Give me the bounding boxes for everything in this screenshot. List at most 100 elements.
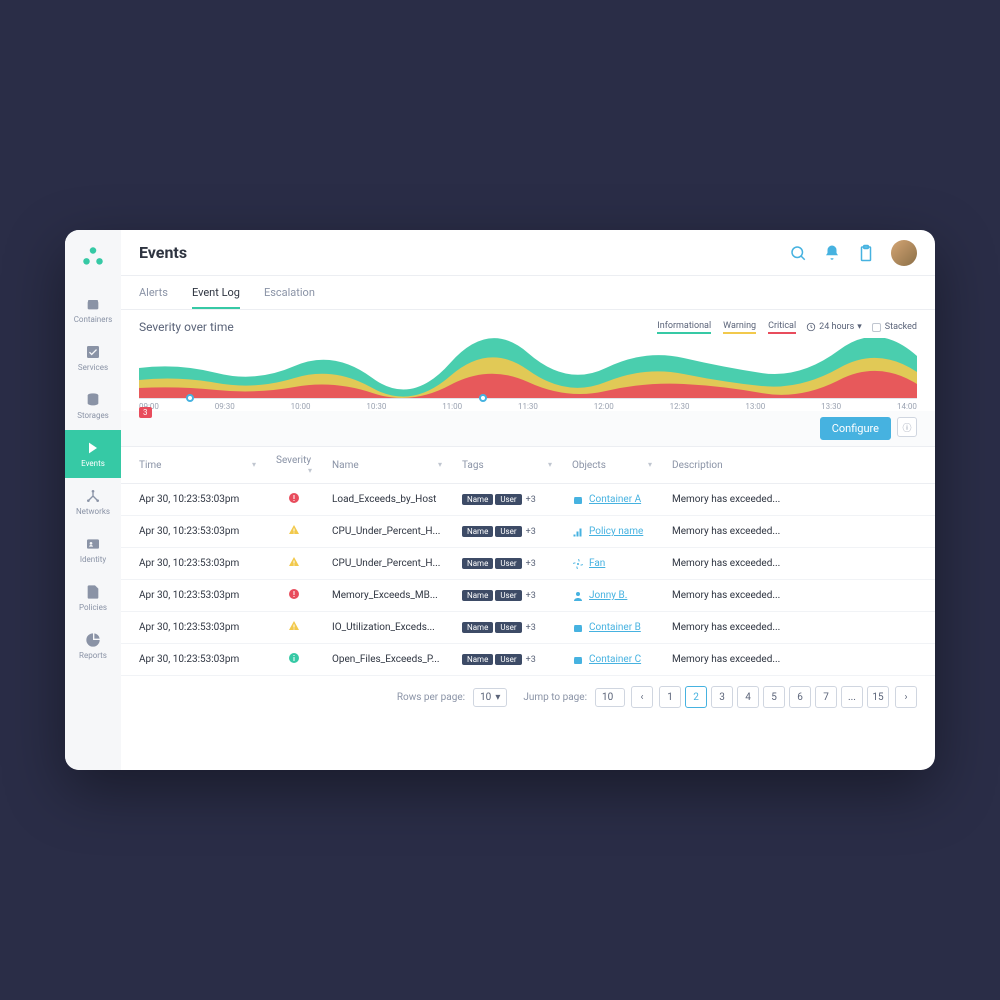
tabs: Alerts Event Log Escalation (121, 276, 935, 310)
logo-icon (80, 244, 106, 270)
page-button[interactable]: 6 (789, 686, 811, 708)
area-chart-svg (139, 338, 917, 398)
tick: 10:00 (291, 402, 311, 411)
tag-pill[interactable]: User (495, 622, 521, 633)
stacked-toggle[interactable]: Stacked (872, 322, 917, 332)
tag-more[interactable]: +3 (526, 495, 536, 505)
cell-name: Memory_Exceeds_MB... (322, 580, 452, 612)
tick: 12:30 (670, 402, 690, 411)
tag-pill[interactable]: User (495, 494, 521, 505)
tag-more[interactable]: +3 (526, 623, 536, 633)
col-time[interactable]: Time▾ (121, 447, 266, 484)
page-button[interactable]: 5 (763, 686, 785, 708)
sidebar-item-services[interactable]: Services (65, 334, 121, 382)
tag-pill[interactable]: Name (462, 654, 493, 665)
cell-object: Fan (562, 548, 662, 580)
sidebar-item-identity[interactable]: Identity (65, 526, 121, 574)
object-link[interactable]: Container B (589, 622, 641, 633)
policy-icon (572, 526, 584, 538)
tick: 11:30 (518, 402, 538, 411)
tag-pill[interactable]: User (495, 654, 521, 665)
object-link[interactable]: Container C (589, 654, 641, 665)
jump-to-page-input[interactable]: 10 (595, 688, 625, 707)
page-button[interactable]: ... (841, 686, 863, 708)
page-button[interactable]: 3 (711, 686, 733, 708)
tag-pill[interactable]: User (495, 590, 521, 601)
chart-timeline[interactable]: 09:00 09:30 10:00 10:30 11:00 11:30 12:0… (121, 398, 935, 411)
reports-icon (85, 632, 101, 648)
object-link[interactable]: Jonny B. (589, 590, 627, 601)
tag-pill[interactable]: User (495, 558, 521, 569)
tab-event-log[interactable]: Event Log (192, 286, 240, 309)
object-link[interactable]: Container A (589, 494, 641, 505)
col-name[interactable]: Name▾ (322, 447, 452, 484)
col-objects[interactable]: Objects▾ (562, 447, 662, 484)
tag-pill[interactable]: Name (462, 622, 493, 633)
cell-time: Apr 30, 10:23:53:03pm (121, 484, 266, 516)
page-button[interactable]: 7 (815, 686, 837, 708)
timeline-handle-end[interactable] (479, 394, 487, 402)
legend-critical[interactable]: Critical (768, 321, 796, 334)
tag-pill[interactable]: User (495, 526, 521, 537)
chart-header: Severity over time Informational Warning… (121, 310, 935, 338)
network-icon (85, 488, 101, 504)
legend-warning[interactable]: Warning (723, 321, 756, 334)
cell-object: Policy name (562, 516, 662, 548)
sidebar-item-storages[interactable]: Storages (65, 382, 121, 430)
cell-time: Apr 30, 10:23:53:03pm (121, 612, 266, 644)
col-severity[interactable]: Severity▾ (266, 447, 322, 484)
search-icon[interactable] (789, 244, 807, 262)
sidebar-item-label: Storages (77, 411, 109, 420)
sidebar-item-policies[interactable]: Policies (65, 574, 121, 622)
configure-button[interactable]: Configure (820, 417, 891, 440)
page-button[interactable]: 4 (737, 686, 759, 708)
cell-tags: NameUser +3 (452, 644, 562, 676)
sidebar-item-label: Networks (76, 507, 110, 516)
tag-more[interactable]: +3 (526, 655, 536, 665)
table-row[interactable]: Apr 30, 10:23:53:03pmMemory_Exceeds_MB..… (121, 580, 935, 612)
sidebar-item-events[interactable]: Events (65, 430, 121, 478)
tag-pill[interactable]: Name (462, 558, 493, 569)
table-row[interactable]: Apr 30, 10:23:53:03pmLoad_Exceeds_by_Hos… (121, 484, 935, 516)
sidebar-item-label: Events (81, 459, 105, 468)
cell-name: CPU_Under_Percent_H... (322, 516, 452, 548)
table-row[interactable]: Apr 30, 10:23:53:03pmCPU_Under_Percent_H… (121, 516, 935, 548)
next-page-button[interactable]: › (895, 686, 917, 708)
notifications-icon[interactable] (823, 244, 841, 262)
tag-pill[interactable]: Name (462, 494, 493, 505)
object-link[interactable]: Fan (589, 558, 605, 569)
table-row[interactable]: Apr 30, 10:23:53:03pmOpen_Files_Exceeds_… (121, 644, 935, 676)
tab-escalation[interactable]: Escalation (264, 286, 315, 309)
table-row[interactable]: Apr 30, 10:23:53:03pmIO_Utilization_Exce… (121, 612, 935, 644)
tag-more[interactable]: +3 (526, 527, 536, 537)
object-link[interactable]: Policy name (589, 526, 643, 537)
table-row[interactable]: Apr 30, 10:23:53:03pmCPU_Under_Percent_H… (121, 548, 935, 580)
info-button[interactable]: ⓘ (897, 417, 917, 437)
page-button[interactable]: 2 (685, 686, 707, 708)
tag-pill[interactable]: Name (462, 526, 493, 537)
cell-severity (266, 484, 322, 516)
page-button[interactable]: 1 (659, 686, 681, 708)
avatar[interactable] (891, 240, 917, 266)
time-range-selector[interactable]: 24 hours ▾ (806, 322, 862, 332)
sidebar-item-containers[interactable]: Containers (65, 286, 121, 334)
legend-informational[interactable]: Informational (657, 321, 711, 334)
timeline-handle-start[interactable] (186, 394, 194, 402)
tag-more[interactable]: +3 (526, 591, 536, 601)
sidebar-item-networks[interactable]: Networks (65, 478, 121, 526)
severity-chart[interactable] (139, 338, 917, 398)
clipboard-icon[interactable] (857, 244, 875, 262)
tab-alerts[interactable]: Alerts (139, 286, 168, 309)
cell-object: Container B (562, 612, 662, 644)
tag-pill[interactable]: Name (462, 590, 493, 601)
filter-count-badge[interactable]: 3 (139, 407, 152, 418)
col-description[interactable]: Description (662, 447, 935, 484)
rows-per-page-select[interactable]: 10▾ (473, 688, 507, 707)
prev-page-button[interactable]: ‹ (631, 686, 653, 708)
page-button[interactable]: 15 (867, 686, 889, 708)
col-tags[interactable]: Tags▾ (452, 447, 562, 484)
sidebar-item-reports[interactable]: Reports (65, 622, 121, 670)
chart-legend: Informational Warning Critical (657, 321, 796, 334)
tag-more[interactable]: +3 (526, 559, 536, 569)
policies-icon (85, 584, 101, 600)
